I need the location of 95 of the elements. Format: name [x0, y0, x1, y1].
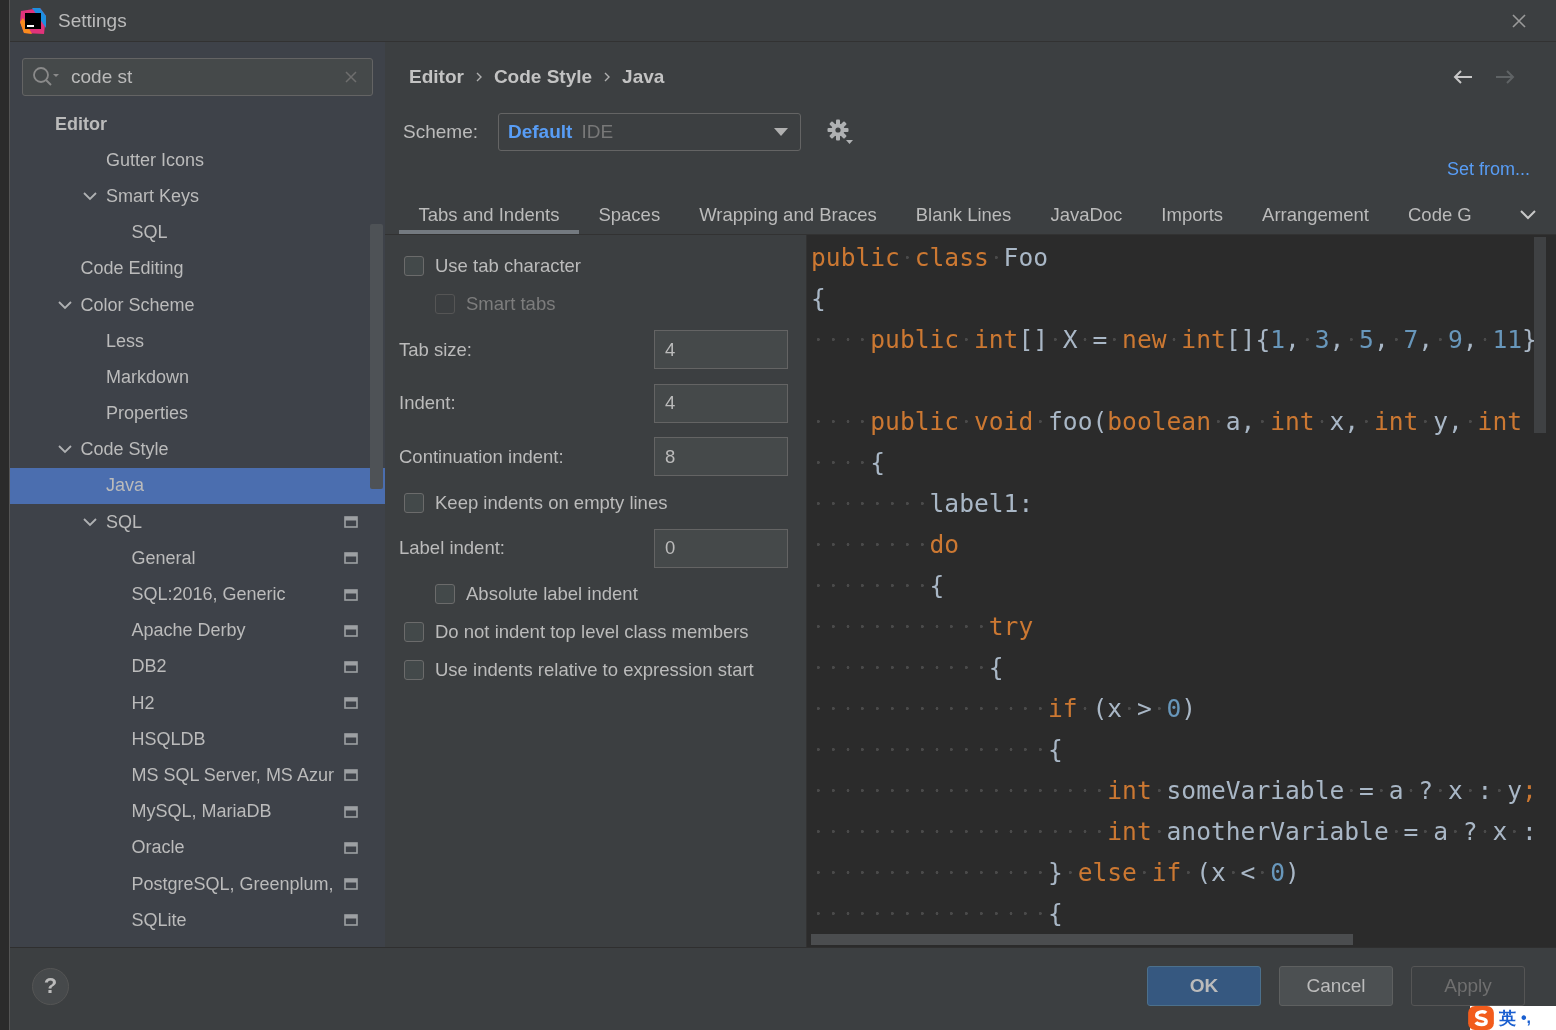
- code-line: public void foo(boolean a, int x, int y, int: [811, 401, 1522, 442]
- code-line: int someVariable = a ? x : y;: [811, 770, 1537, 811]
- checkbox[interactable]: [435, 584, 455, 604]
- input-field[interactable]: 8: [654, 437, 788, 477]
- chevron-down-icon[interactable]: [83, 517, 97, 527]
- tree-item[interactable]: MS SQL Server, MS Azur: [10, 757, 385, 794]
- tree-item[interactable]: Apache Derby: [10, 612, 385, 649]
- horizontal-scrollbar[interactable]: [811, 934, 1353, 945]
- tree-item[interactable]: SQL: [10, 214, 385, 251]
- input-method-logo-icon[interactable]: [1468, 1006, 1494, 1030]
- code-line: {: [811, 283, 826, 315]
- input-field[interactable]: 4: [654, 330, 788, 370]
- tree-item[interactable]: DB2: [10, 648, 385, 685]
- tree-item[interactable]: Code Editing: [10, 250, 385, 287]
- tab[interactable]: Imports: [1141, 196, 1243, 234]
- dialog-button[interactable]: OK: [1147, 966, 1261, 1006]
- code-line: int anotherVariable = a ? x :: [811, 811, 1537, 852]
- tree-item[interactable]: General: [10, 540, 385, 577]
- checkbox[interactable]: [404, 660, 424, 680]
- scrollbar[interactable]: [370, 224, 383, 489]
- checkbox[interactable]: [404, 492, 424, 513]
- tree-item[interactable]: Markdown: [10, 359, 385, 396]
- code-line: } else if (x < 0): [811, 852, 1300, 893]
- breadcrumb-item[interactable]: Java: [622, 66, 665, 88]
- back-arrow-icon[interactable]: [1452, 69, 1472, 85]
- dialog-button[interactable]: Cancel: [1279, 966, 1393, 1006]
- chevron-right-icon: [475, 72, 482, 82]
- tree-item[interactable]: SQLite: [10, 902, 385, 939]
- code-line: label1:: [811, 483, 1034, 524]
- scheme-label: Scheme:: [403, 121, 478, 143]
- caret-icon[interactable]: [774, 128, 788, 136]
- chevron-down-icon[interactable]: [57, 445, 72, 455]
- chevron-right-icon: [604, 72, 611, 82]
- code-line: public class Foo: [811, 242, 1048, 274]
- clear-icon[interactable]: [345, 71, 357, 83]
- tree-item[interactable]: H2: [10, 685, 385, 722]
- checkbox-label[interactable]: Keep indents on empty lines: [435, 491, 668, 514]
- tab[interactable]: Tabs and Indents: [399, 196, 579, 234]
- tree-item[interactable]: Less: [10, 323, 385, 360]
- punctuation-mode-label[interactable]: •,: [1521, 1009, 1532, 1027]
- close-icon[interactable]: [1512, 13, 1526, 28]
- tree-item[interactable]: PostgreSQL, Greenplum,: [10, 865, 385, 903]
- code-line: public int[] X = new int[]{1, 3, 5, 7, 9, 11}: [811, 319, 1537, 360]
- checkbox[interactable]: [404, 256, 424, 276]
- tree-item[interactable]: Java: [10, 467, 385, 505]
- chevron-down-icon[interactable]: [83, 191, 97, 201]
- checkbox-label[interactable]: Absolute label indent: [466, 583, 638, 605]
- breadcrumb-item[interactable]: Code Style: [493, 66, 593, 88]
- field-label: Label indent:: [399, 537, 505, 560]
- tree-item[interactable]: Color Scheme: [10, 286, 385, 324]
- tree-item[interactable]: HSQLDB: [10, 721, 385, 758]
- tree-item[interactable]: MySQL, MariaDB: [10, 793, 385, 830]
- tab[interactable]: Blank Lines: [896, 196, 1031, 234]
- checkbox-label[interactable]: Do not indent top level class members: [435, 621, 749, 643]
- code-line: do: [811, 524, 960, 565]
- scheme-dropdown[interactable]: Default IDE: [498, 113, 801, 151]
- code-line: if (x > 0): [811, 688, 1197, 729]
- code-line: {: [811, 442, 886, 483]
- code-line: try: [811, 606, 1034, 647]
- checkbox[interactable]: [404, 622, 424, 642]
- checkbox-label[interactable]: Use tab character: [435, 255, 581, 277]
- chevron-down-icon[interactable]: [1520, 210, 1536, 220]
- code-line: {: [811, 565, 945, 606]
- breadcrumb-item[interactable]: Editor: [409, 66, 464, 88]
- tree-item[interactable]: Code Style: [10, 431, 385, 468]
- tree-item[interactable]: Oracle: [10, 829, 385, 866]
- window-title: Settings: [58, 9, 127, 32]
- tree-item[interactable]: Gutter Icons: [10, 142, 385, 179]
- search-field[interactable]: code st: [22, 58, 373, 96]
- input-field[interactable]: 0: [654, 528, 788, 568]
- tree-item[interactable]: Properties: [10, 395, 385, 432]
- tab[interactable]: Spaces: [578, 196, 680, 234]
- input-mode-label[interactable]: 英: [1499, 1006, 1516, 1030]
- set-from-link[interactable]: Set from...: [1446, 158, 1530, 180]
- checkbox-label[interactable]: Use indents relative to expression start: [435, 659, 754, 681]
- help-button[interactable]: ?: [32, 967, 69, 1005]
- chevron-down-icon[interactable]: [57, 300, 72, 310]
- field-label: Indent:: [399, 392, 456, 415]
- code-line: {: [811, 647, 1004, 688]
- gear-icon[interactable]: [827, 119, 853, 145]
- field-label: Continuation indent:: [399, 445, 564, 468]
- tab[interactable]: Wrapping and Braces: [679, 196, 897, 234]
- app-logo-icon: [20, 7, 46, 34]
- code-line: {: [811, 893, 1063, 934]
- field-label: Tab size:: [399, 338, 472, 361]
- tab[interactable]: Arrangement: [1242, 196, 1389, 234]
- tree-item[interactable]: SQL: [10, 504, 385, 541]
- tab[interactable]: Code G: [1388, 196, 1492, 234]
- code-line: {: [811, 729, 1063, 770]
- tree-item[interactable]: Smart Keys: [10, 178, 385, 215]
- tree-item[interactable]: Editor: [10, 106, 385, 143]
- tab[interactable]: JavaDoc: [1030, 196, 1142, 234]
- vertical-scrollbar[interactable]: [1534, 237, 1546, 433]
- input-field[interactable]: 4: [654, 383, 788, 423]
- tree-item[interactable]: SQL:2016, Generic: [10, 576, 385, 613]
